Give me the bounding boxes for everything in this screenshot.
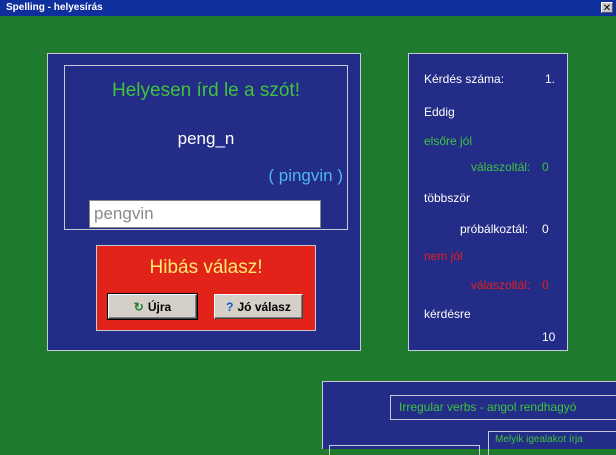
- window-title: Spelling - helyesírás: [6, 2, 103, 13]
- multi-try-label-1: többször: [424, 191, 471, 205]
- wrong-label-2: válaszoltál:: [471, 278, 531, 292]
- irregular-verbs-window: Irregular verbs - angol rendhagyó Melyik…: [322, 381, 616, 455]
- word-pattern: peng_n: [177, 129, 235, 148]
- wrong-label-1: nem jól: [424, 249, 463, 263]
- verbs-prompt: Melyik igealakot írja: [488, 431, 616, 455]
- refresh-icon: ↻: [133, 299, 144, 314]
- question-heading: Helyesen írd le a szót!: [112, 80, 300, 101]
- first-try-count: 0: [542, 160, 549, 174]
- feedback-message: Hibás válasz!: [149, 257, 263, 278]
- close-button[interactable]: ✕: [601, 2, 613, 14]
- of-label: kérdésre: [424, 307, 471, 321]
- first-try-label-1: elsőre jól: [424, 134, 473, 148]
- feedback-box: Hibás válasz! ↻ Újra ? Jó válasz: [96, 245, 316, 331]
- first-try-label-2: válaszoltál:: [471, 160, 531, 174]
- total-questions: 10: [542, 330, 556, 344]
- question-mark-icon: ?: [226, 299, 234, 314]
- so-far-label: Eddig: [424, 105, 455, 119]
- multi-try-count: 0: [542, 222, 549, 236]
- stats-panel: Kérdés száma: 1. Eddig elsőre jól válasz…: [408, 53, 568, 351]
- title-bar: Spelling - helyesírás ✕: [0, 0, 616, 16]
- question-number-label: Kérdés száma:: [424, 72, 505, 86]
- wrong-count: 0: [542, 278, 549, 292]
- question-frame: Helyesen írd le a szót! peng_n ( pingvin…: [64, 65, 348, 230]
- correct-answer-button[interactable]: ? Jó válasz: [214, 294, 303, 319]
- spelling-panel: Helyesen írd le a szót! peng_n ( pingvin…: [47, 53, 361, 351]
- retry-button[interactable]: ↻ Újra: [107, 293, 198, 320]
- word-hint: ( pingvin ): [268, 166, 343, 185]
- verbs-title: Irregular verbs - angol rendhagyó: [390, 395, 616, 420]
- answer-input[interactable]: [89, 200, 321, 228]
- multi-try-label-2: próbálkoztál:: [460, 222, 529, 236]
- verbs-answer-box: [329, 445, 480, 455]
- correct-answer-label: Jó válasz: [237, 299, 291, 314]
- question-number-value: 1.: [545, 72, 556, 86]
- retry-label: Újra: [147, 299, 172, 314]
